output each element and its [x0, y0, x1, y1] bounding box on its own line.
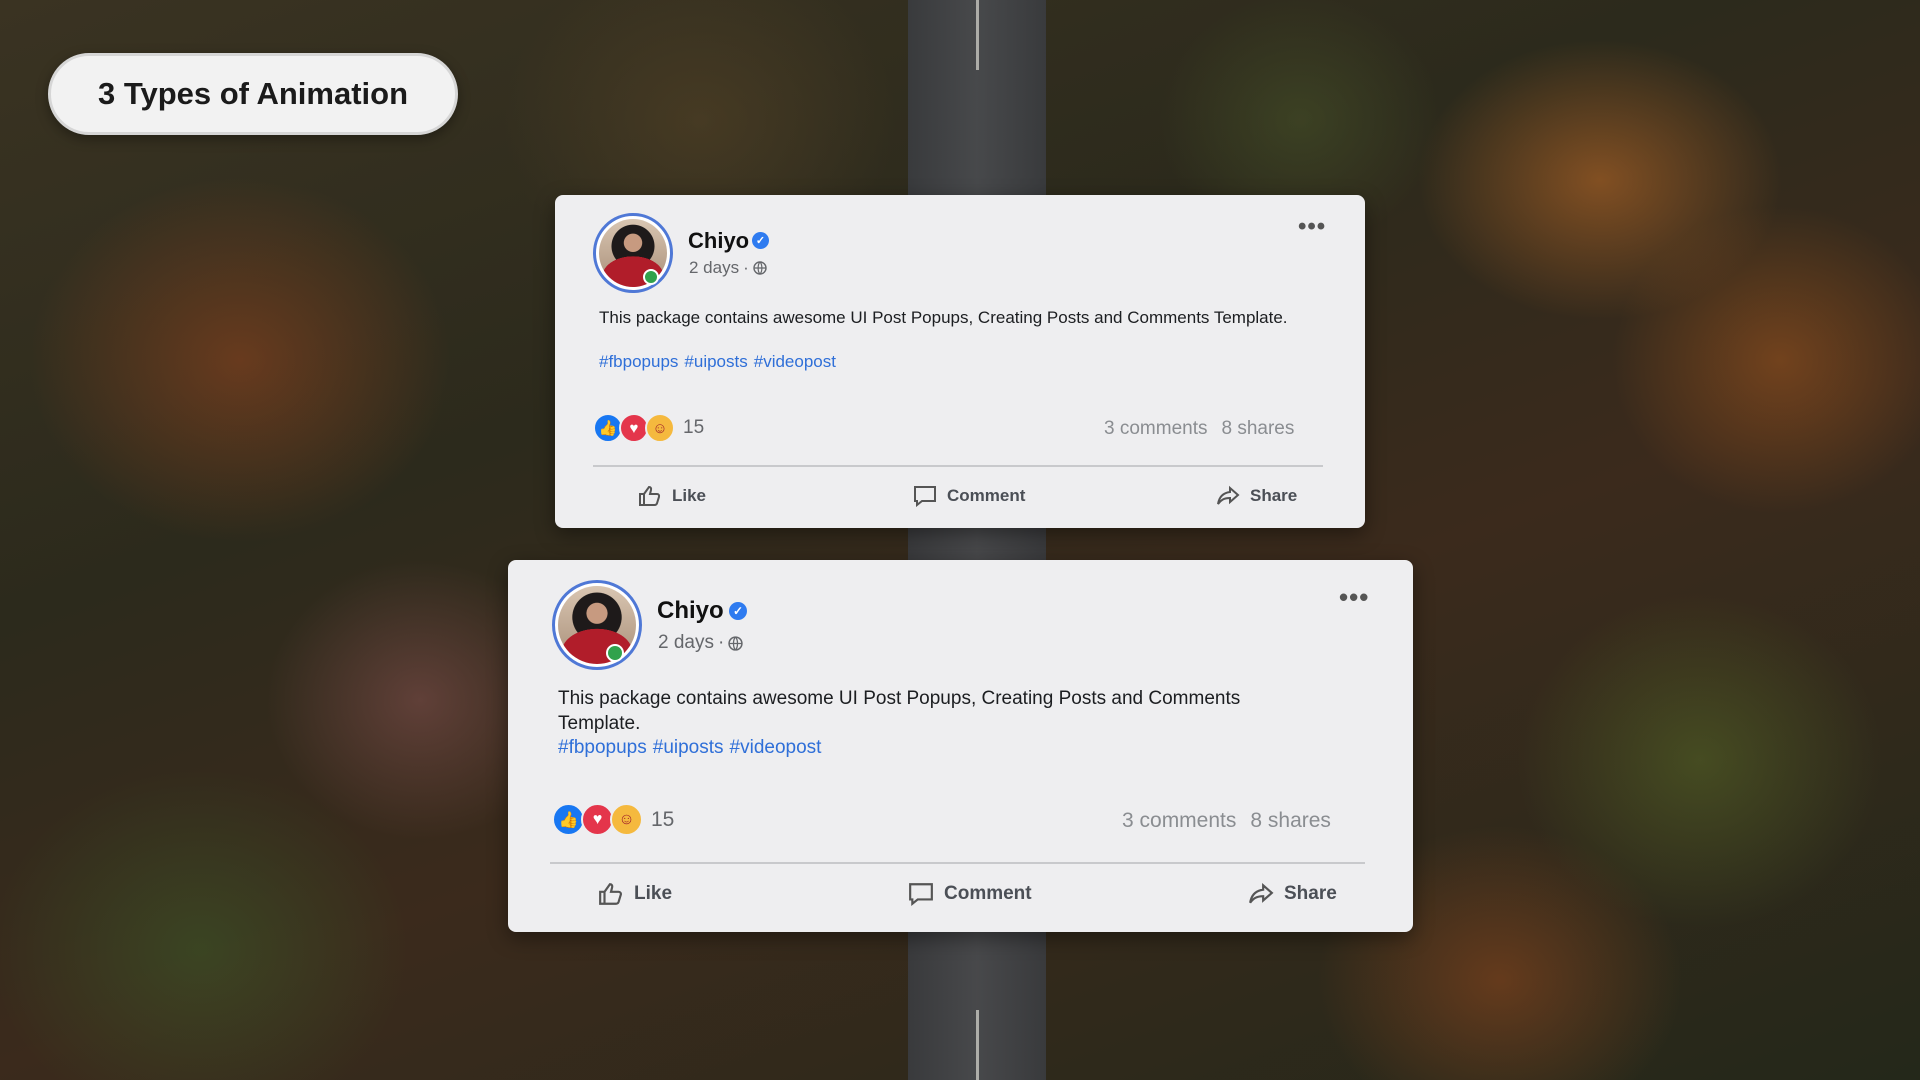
post-text: This package contains awesome UI Post Po…	[558, 688, 1241, 734]
post-stats: 3 comments 8 shares	[1122, 809, 1331, 833]
comment-icon	[909, 883, 933, 906]
share-button[interactable]: Share	[1248, 882, 1337, 906]
post-time[interactable]: 2 days	[658, 632, 714, 654]
avatar[interactable]	[552, 580, 642, 670]
post-time[interactable]: 2 days	[689, 258, 739, 278]
verified-icon: ✓	[752, 232, 769, 249]
thumbs-up-icon	[599, 883, 622, 905]
care-reaction-icon: ☺	[610, 803, 643, 836]
online-status-dot	[606, 644, 624, 662]
more-icon[interactable]: •••	[1298, 213, 1326, 241]
share-label: Share	[1284, 883, 1337, 904]
divider	[550, 862, 1365, 864]
post-stats: 3 comments 8 shares	[1104, 418, 1294, 440]
hashtag-link[interactable]: #videopost	[754, 352, 836, 371]
reaction-count: 15	[651, 807, 675, 831]
title-badge: 3 Types of Animation	[48, 53, 458, 135]
share-label: Share	[1250, 486, 1298, 505]
comment-icon	[914, 486, 936, 507]
verified-icon: ✓	[729, 602, 747, 620]
share-icon	[1217, 485, 1240, 505]
hashtag-link[interactable]: #uiposts	[684, 352, 747, 371]
author-name[interactable]: Chiyo	[657, 597, 724, 625]
hashtag-link[interactable]: #uiposts	[653, 737, 724, 758]
reaction-summary[interactable]: 👍 ♥ ☺ 15	[593, 413, 704, 443]
post-meta: 2 days ·	[689, 258, 767, 278]
hashtag-link[interactable]: #fbpopups	[599, 352, 678, 371]
post-card: Chiyo ✓ 2 days · ••• This package contai…	[508, 560, 1413, 932]
like-label: Like	[672, 486, 707, 505]
reaction-count: 15	[683, 417, 705, 438]
like-label: Like	[634, 883, 673, 904]
share-icon	[1249, 882, 1274, 904]
author-name[interactable]: Chiyo	[688, 228, 749, 254]
road-marking	[976, 0, 979, 70]
page-title: 3 Types of Animation	[97, 76, 409, 111]
shares-count[interactable]: 8 shares	[1221, 418, 1294, 440]
post-meta: 2 days ·	[658, 632, 743, 654]
online-status-dot	[643, 269, 659, 285]
hashtag-link[interactable]: #fbpopups	[558, 737, 647, 758]
reaction-summary[interactable]: 👍 ♥ ☺ 15	[552, 803, 674, 836]
more-icon[interactable]: •••	[1339, 582, 1369, 613]
comment-label: Comment	[947, 486, 1026, 505]
comment-button[interactable]: Comment	[913, 485, 1025, 507]
avatar[interactable]	[593, 213, 673, 293]
shares-count[interactable]: 8 shares	[1250, 809, 1331, 833]
globe-icon	[728, 635, 743, 651]
comment-button[interactable]: Comment	[908, 882, 1032, 906]
like-button[interactable]: Like	[598, 882, 672, 906]
meta-separator: ·	[743, 258, 749, 277]
post-card: Chiyo ✓ 2 days · ••• This package contai…	[555, 195, 1365, 528]
hashtag-link[interactable]: #videopost	[730, 737, 822, 758]
post-hashtags: #fbpopups #uiposts #videopost	[599, 352, 842, 372]
globe-icon	[753, 261, 767, 275]
meta-separator: ·	[717, 632, 725, 653]
post-text: This package contains awesome UI Post Po…	[599, 308, 1288, 327]
thumbs-up-icon	[639, 485, 661, 506]
divider	[593, 465, 1323, 467]
comment-label: Comment	[944, 883, 1032, 904]
post-hashtags: #fbpopups #uiposts #videopost	[558, 737, 827, 759]
care-reaction-icon: ☺	[645, 413, 675, 443]
share-button[interactable]: Share	[1216, 485, 1297, 507]
comments-count[interactable]: 3 comments	[1104, 418, 1207, 440]
comments-count[interactable]: 3 comments	[1122, 809, 1236, 833]
like-button[interactable]: Like	[638, 485, 706, 507]
road-marking	[976, 1010, 979, 1080]
